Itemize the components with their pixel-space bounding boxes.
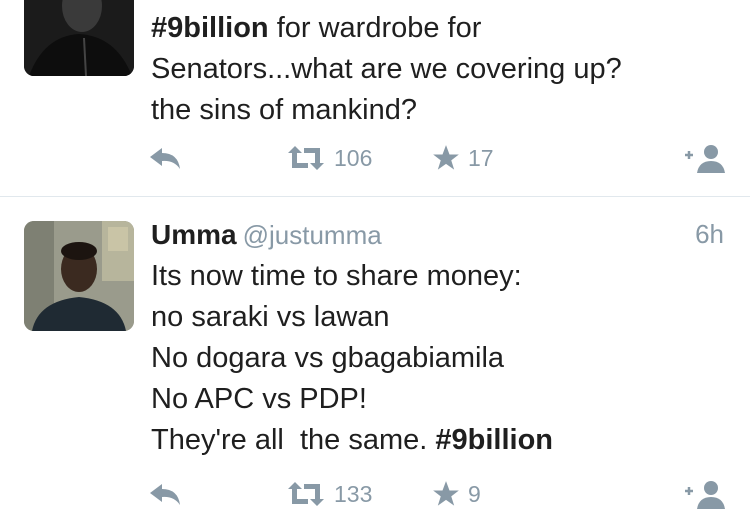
tweet-actions: 133 9 bbox=[0, 476, 750, 516]
timestamp: 6h bbox=[695, 219, 724, 249]
hashtag-link[interactable]: #9billion bbox=[151, 12, 269, 44]
tweet[interactable]: #9billion for wardrobe for Senators...wh… bbox=[0, 0, 750, 197]
star-icon bbox=[432, 144, 460, 172]
retweet-icon bbox=[286, 481, 326, 507]
tweet-text: #9billion for wardrobe for Senators...wh… bbox=[151, 12, 622, 126]
favorite-count: 9 bbox=[468, 480, 481, 507]
reply-icon bbox=[148, 145, 182, 171]
tweet-text: Its now time to share money: no saraki v… bbox=[151, 260, 554, 456]
user-name[interactable]: Umma bbox=[151, 219, 237, 250]
add-user-icon bbox=[683, 143, 727, 173]
avatar[interactable] bbox=[24, 221, 134, 331]
add-user-icon bbox=[683, 479, 727, 509]
tweet-header: Umma @justumma bbox=[151, 219, 382, 251]
follow-button[interactable] bbox=[683, 140, 727, 176]
star-icon bbox=[432, 480, 460, 508]
retweet-button[interactable]: 106 bbox=[286, 140, 372, 176]
tweet[interactable]: Umma @justumma 6h Its now time to share m… bbox=[0, 197, 750, 531]
avatar[interactable] bbox=[24, 0, 134, 76]
reply-button[interactable] bbox=[148, 140, 182, 176]
follow-button[interactable] bbox=[683, 476, 727, 512]
reply-icon bbox=[148, 481, 182, 507]
retweet-count: 133 bbox=[334, 480, 373, 507]
tweet-actions: 106 17 bbox=[0, 140, 750, 180]
favorite-button[interactable]: 9 bbox=[432, 476, 481, 512]
reply-button[interactable] bbox=[148, 476, 182, 512]
retweet-count: 106 bbox=[334, 144, 373, 171]
user-handle[interactable]: @justumma bbox=[243, 220, 382, 250]
hashtag-link[interactable]: #9billion bbox=[435, 424, 553, 456]
retweet-button[interactable]: 133 bbox=[286, 476, 372, 512]
retweet-icon bbox=[286, 145, 326, 171]
favorite-button[interactable]: 17 bbox=[432, 140, 494, 176]
favorite-count: 17 bbox=[468, 144, 494, 171]
